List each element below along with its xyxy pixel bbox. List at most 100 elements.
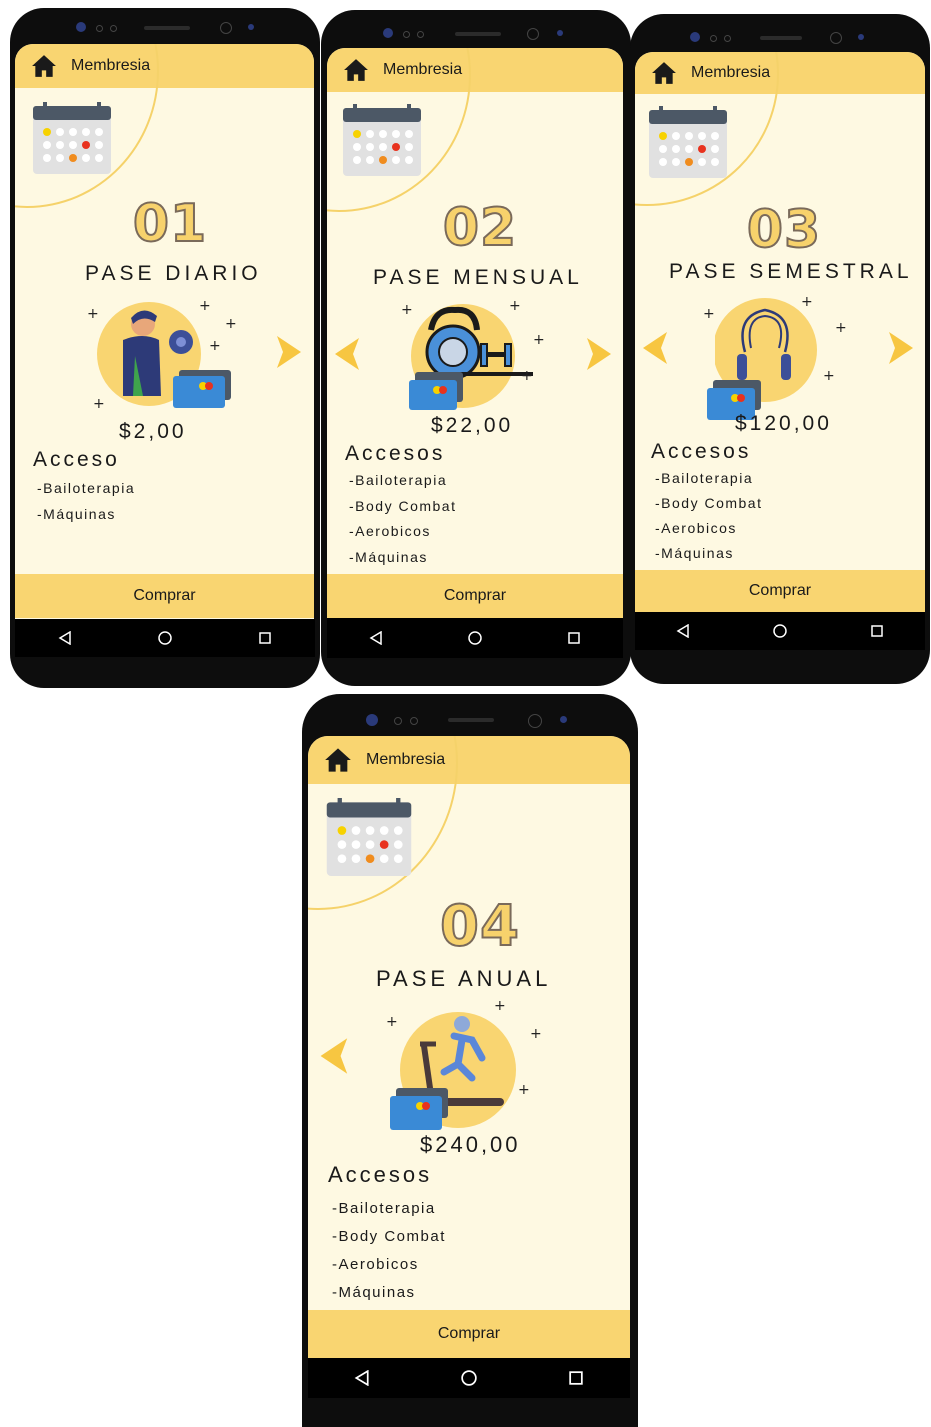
screen: Membresia 03 PASE SEMESTRAL + + + + $120… [635,52,925,612]
plan-name: PASE SEMESTRAL [669,260,913,283]
access-item: -Máquinas [37,506,116,522]
plan-name: PASE ANUAL [376,966,552,991]
chevron-right-icon[interactable] [273,334,303,370]
access-title: Accesos [651,440,752,463]
front-camera-icon [248,24,254,30]
front-camera-icon [528,714,542,728]
nav-home-icon[interactable] [760,617,800,645]
top-bezel [10,8,320,48]
access-item: -Body Combat [349,498,457,514]
chevron-right-icon[interactable] [583,336,613,372]
speaker-grille [144,26,190,30]
camera-icon [383,28,393,38]
sparkle-icon: + [225,316,237,332]
sparkle-icon: + [521,368,533,384]
nav-back-icon[interactable] [45,624,85,652]
screen: Membresia 01 PASE DIARIO + + + + + $2,00… [15,44,314,619]
front-camera-icon [560,716,567,723]
access-item: -Bailoterapia [37,480,136,496]
front-camera-icon [858,34,864,40]
chevron-left-icon[interactable] [641,330,671,366]
nav-recents-icon[interactable] [554,624,594,652]
sparkle-icon: + [386,1014,398,1030]
access-item: -Aerobicos [349,523,431,539]
access-title: Accesos [328,1162,433,1187]
nav-recents-icon[interactable] [245,624,285,652]
front-camera-icon [527,28,539,40]
buy-button-label: Comprar [748,582,812,599]
phone-frame-4: Membresia 04 PASE ANUAL + + + + $240,00 … [302,694,638,1427]
nav-home-icon[interactable] [145,624,185,652]
buy-button-label: Comprar [443,587,507,604]
chevron-right-icon[interactable] [885,330,915,366]
credit-card-icon [390,1088,448,1130]
speaker-grille [448,718,494,722]
calendar-icon [649,106,727,178]
access-item: -Body Combat [332,1228,446,1245]
nav-home-icon[interactable] [455,624,495,652]
sensor-icon [394,717,402,725]
sparkle-icon: + [703,306,715,322]
access-item: -Bailoterapia [349,472,448,488]
buy-button[interactable]: Comprar [308,1310,630,1358]
top-bezel [302,694,638,734]
plan-number: 01 [132,193,208,255]
phone-frame-1: Membresia 01 PASE DIARIO + + + + + $2,00… [10,8,320,688]
android-nav-bar [15,619,315,657]
price-label: $2,00 [119,420,187,443]
buy-button[interactable]: Comprar [15,574,314,618]
price-label: $22,00 [431,414,514,437]
android-nav-bar [308,1358,630,1398]
buy-button[interactable]: Comprar [327,574,623,618]
speaker-grille [760,36,802,40]
top-bezel [321,10,631,50]
chevron-left-icon[interactable] [333,336,363,372]
sparkle-icon: + [801,294,813,310]
dumbbell-athlete-icon [97,302,231,408]
nav-recents-icon[interactable] [857,617,897,645]
nav-back-icon[interactable] [342,1364,382,1392]
phone-frame-3: Membresia 03 PASE SEMESTRAL + + + + $120… [630,14,930,684]
sensor-icon [417,31,424,38]
sparkle-icon: + [199,298,211,314]
access-item: -Aerobicos [332,1256,419,1273]
access-title: Acceso [33,448,120,471]
buy-button[interactable]: Comprar [635,570,925,612]
access-title: Accesos [345,442,446,465]
chevron-left-icon[interactable] [318,1036,352,1076]
nav-back-icon[interactable] [663,617,703,645]
sensor-icon [110,25,117,32]
sensor-icon [96,25,103,32]
nav-back-icon[interactable] [356,624,396,652]
access-item: -Bailoterapia [332,1200,436,1217]
android-nav-bar [635,612,925,650]
sparkle-icon: + [87,306,99,322]
sensor-icon [410,717,418,725]
sensor-icon [710,35,717,42]
sparkle-icon: + [518,1082,530,1098]
screen: Membresia 04 PASE ANUAL + + + + $240,00 … [308,736,630,1358]
price-label: $240,00 [420,1132,521,1157]
sparkle-icon: + [93,396,105,412]
plan-name: PASE MENSUAL [373,266,583,289]
buy-button-label: Comprar [437,1325,501,1342]
kettlebell-weights-icon [409,304,533,410]
front-camera-icon [220,22,232,34]
nav-home-icon[interactable] [449,1364,489,1392]
sparkle-icon: + [209,338,221,354]
android-nav-bar [327,618,623,658]
price-label: $120,00 [735,412,832,435]
camera-icon [366,714,378,726]
access-item: -Aerobicos [655,520,737,536]
access-item: -Bailoterapia [655,470,754,486]
top-bezel [630,14,930,54]
speaker-grille [455,32,501,36]
access-item: -Body Combat [655,495,763,511]
plan-name: PASE DIARIO [85,262,262,285]
nav-recents-icon[interactable] [556,1364,596,1392]
calendar-icon [33,102,111,174]
sparkle-icon: + [530,1026,542,1042]
calendar-icon [343,104,421,176]
front-camera-icon [830,32,842,44]
sparkle-icon: + [401,302,413,318]
